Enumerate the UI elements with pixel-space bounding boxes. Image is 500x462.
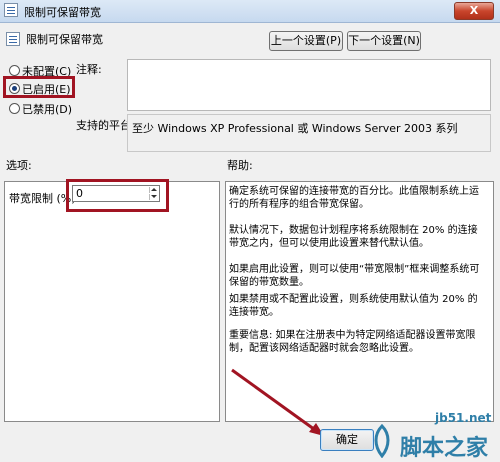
comment-label: 注释: <box>76 63 102 76</box>
help-paragraph: 如果启用此设置，则可以使用“带宽限制”框来调整系统可保留的带宽数量。 <box>229 264 480 288</box>
radio-disabled-label[interactable]: 已禁用(D) <box>22 101 72 117</box>
platform-label: 支持的平台: <box>76 119 135 132</box>
next-setting-button[interactable]: 下一个设置(N) <box>347 31 421 51</box>
platform-box: 至少 Windows XP Professional 或 Windows Ser… <box>127 114 491 152</box>
previous-setting-button[interactable]: 上一个设置(P) <box>269 31 343 51</box>
options-panel <box>4 181 220 422</box>
watermark-site-name: 脚本之家 <box>400 436 489 461</box>
close-button[interactable]: X <box>454 2 494 20</box>
options-label: 选项: <box>6 159 32 172</box>
policy-icon <box>4 3 18 17</box>
radio-disabled[interactable] <box>9 103 20 114</box>
comment-field[interactable] <box>127 59 491 111</box>
radio-not-configured[interactable] <box>9 65 20 76</box>
help-paragraph: 确定系统可保留的连接带宽的百分比。此值限制系统上运行的所有程序的组合带宽保留。 <box>229 186 479 210</box>
help-paragraph: 如果禁用或不配置此设置，则系统使用默认值为 20% 的连接带宽。 <box>229 294 478 318</box>
ok-button[interactable]: 确定 <box>320 429 374 451</box>
setting-title: 限制可保留带宽 <box>26 33 103 46</box>
watermark-url: jb51.net <box>435 411 492 425</box>
help-paragraph: 默认情况下，数据包计划程序将系统限制在 20% 的连接带宽之内，但可以使用此设置… <box>229 225 478 249</box>
help-label: 帮助: <box>227 159 253 172</box>
policy-icon <box>6 32 20 46</box>
enabled-highlight-box <box>3 76 75 98</box>
window-title: 限制可保留带宽 <box>24 6 101 19</box>
help-panel: 确定系统可保留的连接带宽的百分比。此值限制系统上运行的所有程序的组合带宽保留。 … <box>225 181 494 422</box>
title-bar: 限制可保留带宽 X <box>0 0 500 23</box>
bandwidth-highlight-box <box>66 179 169 212</box>
platform-value: 至少 Windows XP Professional 或 Windows Ser… <box>132 122 458 135</box>
help-paragraph: 重要信息: 如果在注册表中为特定网络适配器设置带宽限制，配置该网络适配器时就会忽… <box>229 330 476 354</box>
watermark-logo-icon <box>374 424 390 458</box>
